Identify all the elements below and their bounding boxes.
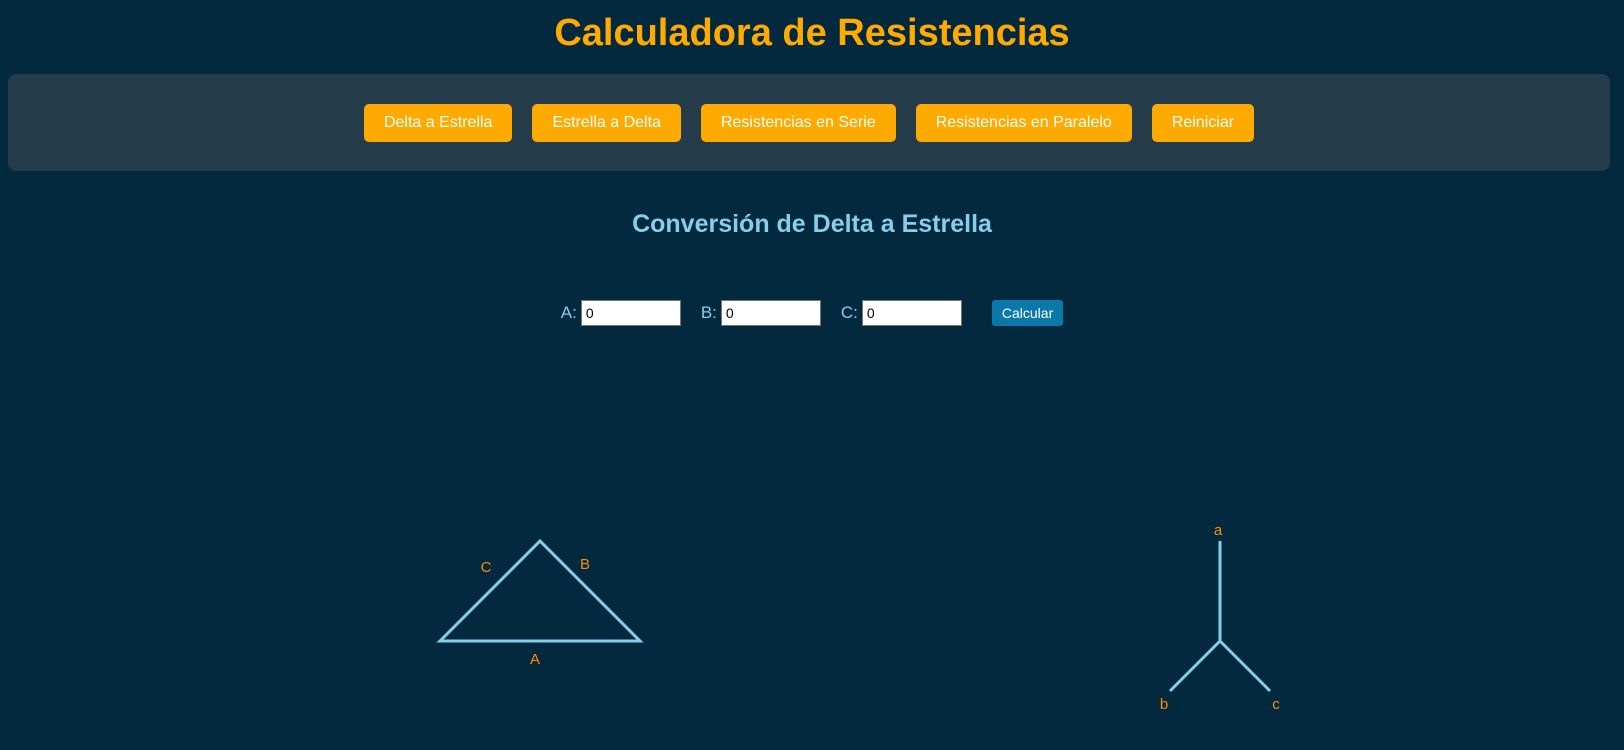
field-c-label: C: — [840, 303, 858, 322]
section-title: Conversión de Delta a Estrella — [632, 210, 992, 238]
toolbar: Delta a Estrella Estrella a Delta Resist… — [8, 74, 1610, 171]
star-label-b: b — [1160, 696, 1168, 713]
field-a-group: A: — [561, 300, 681, 326]
field-a-input[interactable] — [580, 300, 681, 326]
delta-diagram: A B C — [436, 538, 644, 668]
field-b-label: B: — [700, 303, 717, 322]
star-branch-b — [1168, 639, 1222, 693]
star-to-delta-button[interactable]: Estrella a Delta — [532, 103, 681, 142]
field-b-input[interactable] — [720, 300, 821, 326]
delta-triangle — [436, 538, 644, 643]
field-b-group: B: — [701, 300, 821, 326]
delta-label-c: C — [481, 559, 492, 576]
calculate-button[interactable]: Calcular — [991, 300, 1064, 326]
delta-label-a: A — [530, 651, 540, 668]
page-title: Calculadora de Resistencias — [554, 12, 1070, 54]
star-label-a: a — [1214, 522, 1223, 539]
delta-to-star-button[interactable]: Delta a Estrella — [363, 103, 513, 142]
field-c-input[interactable] — [861, 300, 962, 326]
delta-label-b: B — [580, 556, 590, 573]
parallel-resistors-button[interactable]: Resistencias en Paralelo — [915, 103, 1132, 142]
field-a-label: A: — [560, 303, 577, 322]
reset-button[interactable]: Reiniciar — [1151, 103, 1255, 142]
series-resistors-button[interactable]: Resistencias en Serie — [700, 103, 896, 142]
field-c-group: C: — [841, 300, 962, 326]
star-label-c: c — [1272, 696, 1280, 713]
star-diagram: a b c — [1160, 522, 1280, 713]
input-form: A: B: C: Calcular — [0, 298, 1624, 328]
star-branch-c — [1218, 639, 1272, 693]
